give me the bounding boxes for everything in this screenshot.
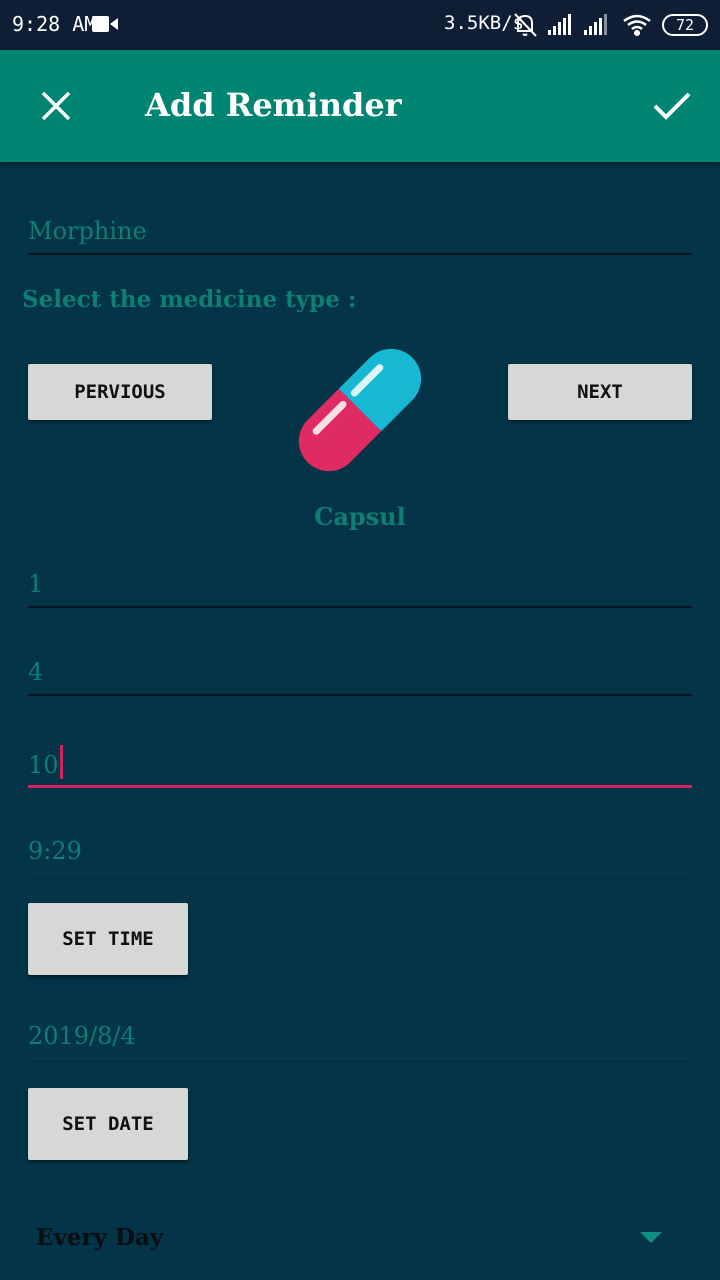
status-icons [514, 13, 651, 37]
medicine-type-label: Select the medicine type : [22, 286, 357, 313]
text-cursor [59, 745, 63, 779]
set-time-button[interactable]: SET TIME [28, 903, 188, 975]
next-button[interactable]: NEXT [508, 364, 692, 420]
date-display: 2019/8/4 [28, 1013, 692, 1059]
network-speed: 3.5KB/s [444, 12, 525, 34]
dropdown-arrow-icon [640, 1232, 662, 1243]
dose-field-1-value: 1 [28, 570, 44, 598]
status-time: 9:28 AM [12, 12, 97, 36]
video-camera-icon [92, 16, 118, 32]
wifi-icon [623, 14, 651, 37]
close-icon[interactable] [36, 86, 76, 126]
app-bar: Add Reminder [0, 50, 720, 162]
repeat-dropdown[interactable]: Every Day [28, 1210, 692, 1266]
time-display: 9:29 [28, 828, 692, 874]
status-bar: 9:28 AM 3.5KB/s 72 [0, 0, 720, 50]
mute-bell-icon [514, 13, 537, 37]
previous-button[interactable]: PERVIOUS [28, 364, 212, 420]
dose-field-3[interactable]: 10 [28, 736, 692, 788]
dose-field-1[interactable]: 1 [28, 560, 692, 608]
medicine-name-input[interactable]: Morphine [28, 208, 692, 255]
dose-field-2-value: 4 [28, 658, 44, 686]
signal-icon [584, 14, 607, 35]
capsule-icon [298, 348, 422, 472]
set-date-button[interactable]: SET DATE [28, 1088, 188, 1160]
dose-field-2[interactable]: 4 [28, 648, 692, 696]
check-icon[interactable] [650, 86, 694, 126]
date-value: 2019/8/4 [28, 1022, 136, 1050]
battery-icon: 72 [662, 14, 708, 36]
medicine-name-value: Morphine [28, 217, 147, 245]
dose-field-3-value: 10 [28, 751, 59, 779]
repeat-value: Every Day [36, 1224, 164, 1251]
page-title: Add Reminder [145, 86, 402, 124]
signal-icon [548, 14, 571, 35]
medicine-type-name: Capsul [314, 502, 406, 531]
time-value: 9:29 [28, 837, 82, 865]
